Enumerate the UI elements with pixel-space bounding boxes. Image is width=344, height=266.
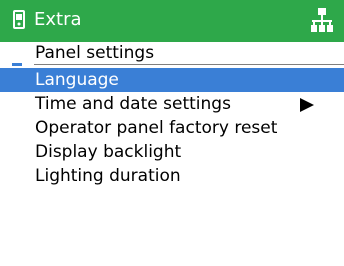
page-title: Panel settings bbox=[35, 43, 155, 63]
submenu-arrow-icon bbox=[300, 98, 314, 112]
divider bbox=[34, 64, 344, 65]
menu-item-lighting-duration[interactable]: Lighting duration bbox=[0, 164, 344, 188]
menu-item-time-and-date-settings[interactable]: Time and date settings bbox=[0, 92, 344, 116]
window-title: Extra bbox=[34, 9, 82, 30]
scroll-marker bbox=[12, 63, 22, 66]
menu-item-language[interactable]: Language bbox=[0, 68, 344, 92]
menu-item-label: Lighting duration bbox=[35, 166, 181, 186]
title-bar: Extra bbox=[0, 0, 344, 42]
breadcrumb: Panel settings bbox=[0, 42, 344, 66]
menu-item-label: Language bbox=[35, 70, 119, 90]
menu-item-operator-panel-factory-reset[interactable]: Operator panel factory reset bbox=[0, 116, 344, 140]
network-icon[interactable] bbox=[311, 8, 333, 32]
menu-item-label: Display backlight bbox=[35, 142, 182, 162]
settings-menu: Language Time and date settings Operator… bbox=[0, 68, 344, 188]
device-icon bbox=[13, 10, 25, 29]
menu-item-label: Time and date settings bbox=[35, 94, 231, 114]
menu-item-label: Operator panel factory reset bbox=[35, 118, 278, 138]
menu-item-display-backlight[interactable]: Display backlight bbox=[0, 140, 344, 164]
